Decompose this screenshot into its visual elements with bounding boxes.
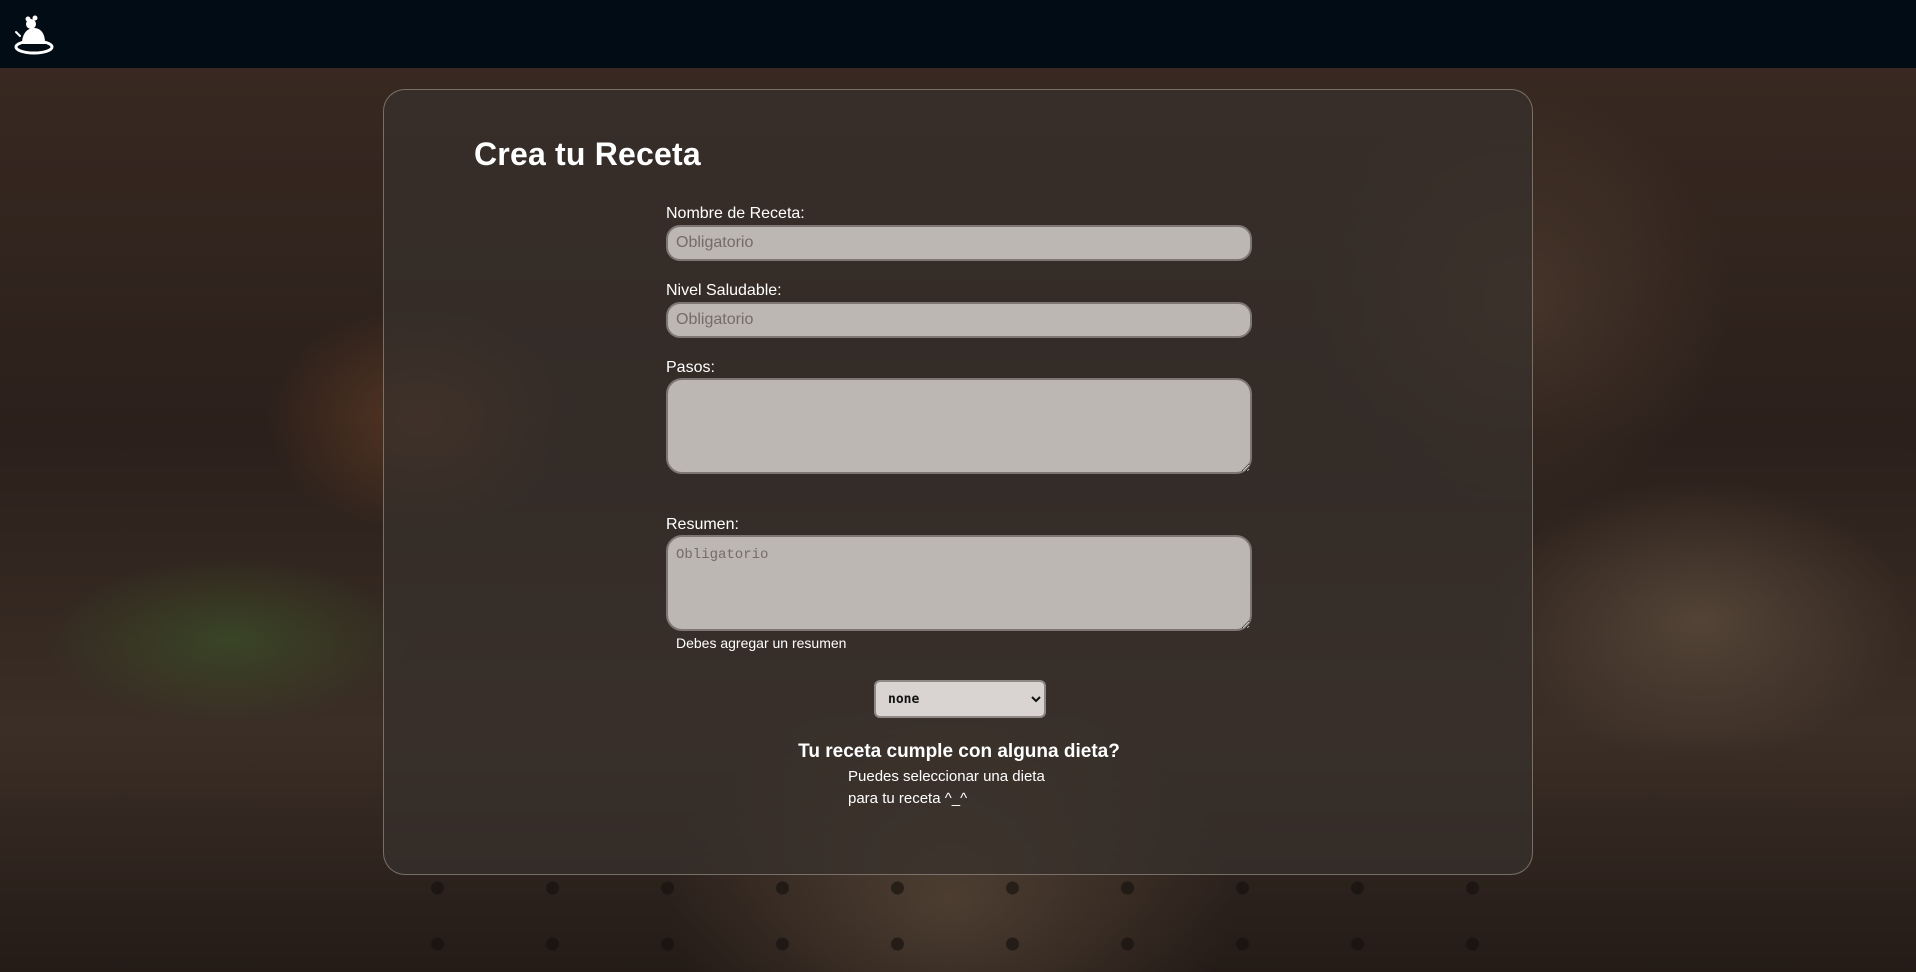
top-navbar xyxy=(0,0,1916,68)
diet-question-heading: Tu receta cumple con alguna dieta? xyxy=(798,741,1120,762)
summary-textarea[interactable] xyxy=(666,535,1252,631)
summary-label: Resumen: xyxy=(666,516,739,533)
diet-select[interactable]: none xyxy=(874,680,1046,718)
steps-textarea[interactable] xyxy=(666,378,1252,474)
recipe-name-label: Nombre de Receta: xyxy=(666,205,805,222)
chef-rat-logo-icon[interactable] xyxy=(12,14,56,56)
diet-description: Puedes seleccionar una dieta para tu rec… xyxy=(848,766,1088,810)
create-recipe-card: Crea tu Receta Nombre de Receta: Nivel S… xyxy=(383,89,1533,875)
health-level-input[interactable] xyxy=(666,302,1252,338)
recipe-name-input[interactable] xyxy=(666,225,1252,261)
page-title: Crea tu Receta xyxy=(474,136,701,172)
health-level-label: Nivel Saludable: xyxy=(666,282,782,299)
steps-label: Pasos: xyxy=(666,359,715,376)
diet-description-line-2: para tu receta ^_^ xyxy=(848,790,968,807)
background-floor-tiles xyxy=(380,860,1580,972)
summary-error-message: Debes agregar un resumen xyxy=(676,635,847,651)
diet-description-line-1: Puedes seleccionar una dieta xyxy=(848,768,1045,785)
